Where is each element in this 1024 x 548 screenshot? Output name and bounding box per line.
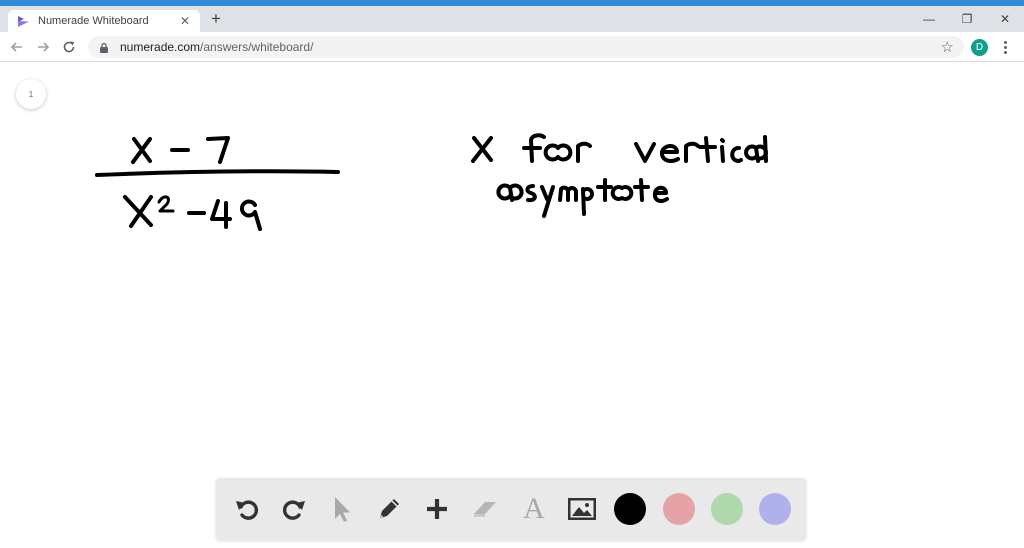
url-host: numerade.com xyxy=(120,40,201,54)
handwritten-denominator xyxy=(123,195,262,231)
tab-title: Numerade Whiteboard xyxy=(38,15,149,27)
handwritten-numerator xyxy=(131,136,230,164)
tab-close-icon[interactable]: ✕ xyxy=(178,14,192,28)
eraser-icon[interactable] xyxy=(469,493,501,525)
window-controls: — ❐ ✕ xyxy=(910,6,1024,32)
image-icon[interactable] xyxy=(566,493,598,525)
navigation-bar: numerade.com/answers/whiteboard/ ☆ D xyxy=(0,32,1024,62)
close-window-button[interactable]: ✕ xyxy=(986,6,1024,32)
url-path: /answers/whiteboard/ xyxy=(200,40,314,54)
text-icon[interactable]: A xyxy=(518,492,550,525)
bookmark-star-icon[interactable]: ☆ xyxy=(941,40,954,55)
forward-arrow-icon[interactable] xyxy=(34,38,52,56)
maximize-button[interactable]: ❐ xyxy=(948,6,986,32)
url-text[interactable]: numerade.com/answers/whiteboard/ xyxy=(120,40,941,54)
back-arrow-icon[interactable] xyxy=(8,38,26,56)
address-bar[interactable]: numerade.com/answers/whiteboard/ ☆ xyxy=(88,36,964,58)
profile-avatar[interactable]: D xyxy=(971,39,988,56)
minimize-button[interactable]: — xyxy=(910,6,948,32)
new-tab-button[interactable]: + xyxy=(206,9,226,29)
redo-icon[interactable] xyxy=(278,493,310,525)
handwritten-note-line2 xyxy=(496,178,669,218)
tab-bar: Numerade Whiteboard ✕ + — ❐ ✕ xyxy=(0,6,1024,32)
color-swatch-green[interactable] xyxy=(711,493,743,525)
browser-window: Numerade Whiteboard ✕ + — ❐ ✕ numerade.c… xyxy=(0,0,1024,548)
undo-icon[interactable] xyxy=(231,493,263,525)
pencil-icon[interactable] xyxy=(373,493,405,525)
pointer-icon[interactable] xyxy=(325,493,357,525)
browser-tab[interactable]: Numerade Whiteboard ✕ xyxy=(8,10,200,32)
color-swatch-black[interactable] xyxy=(614,493,646,525)
color-swatch-purple[interactable] xyxy=(759,493,791,525)
lock-icon xyxy=(98,41,110,53)
browser-menu-icon[interactable] xyxy=(998,38,1012,56)
color-swatch-pink[interactable] xyxy=(663,493,695,525)
reload-icon[interactable] xyxy=(60,38,78,56)
handwritten-fraction-bar xyxy=(95,169,340,177)
plus-icon[interactable] xyxy=(421,493,453,525)
drawing-toolbar: A xyxy=(216,478,806,540)
whiteboard-canvas[interactable]: 1 xyxy=(0,62,1024,548)
handwritten-note-line1 xyxy=(471,133,768,163)
numerade-logo-icon xyxy=(16,14,30,28)
handwriting-layer xyxy=(95,133,768,231)
